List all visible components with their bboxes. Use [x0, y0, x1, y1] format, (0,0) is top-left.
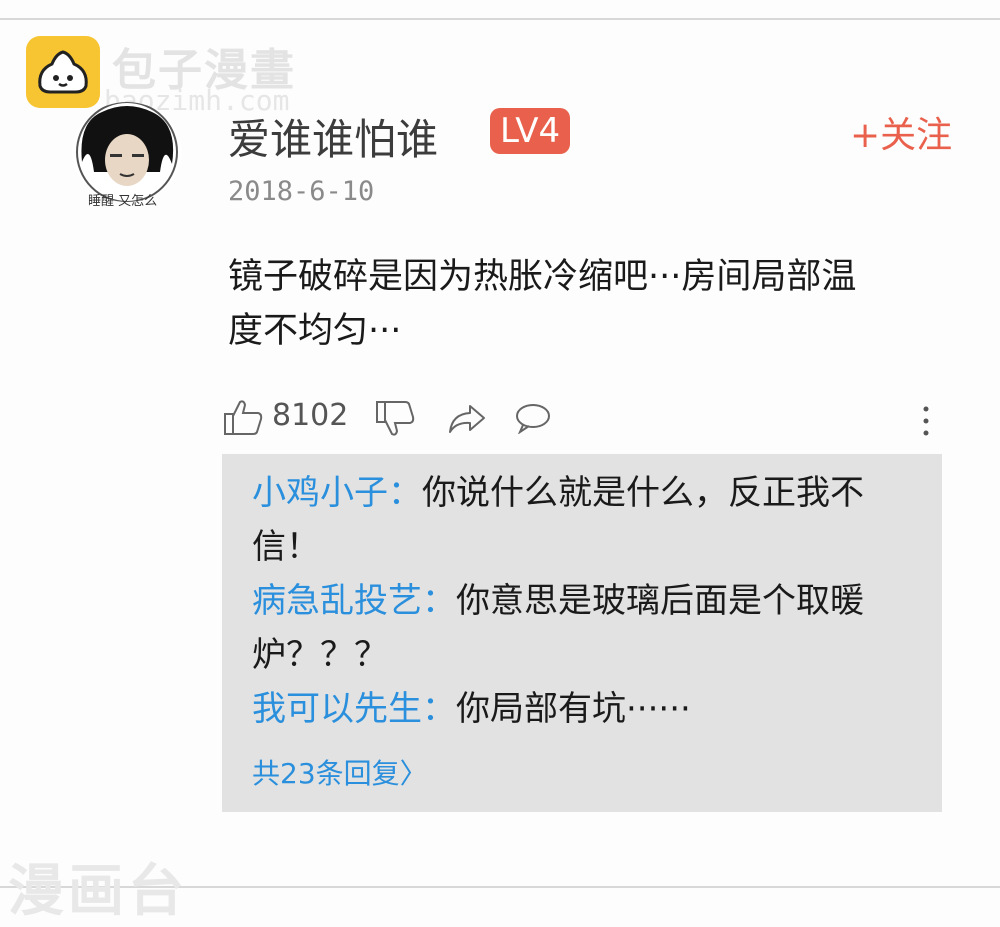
- avatar[interactable]: [72, 102, 182, 202]
- level-badge: LV4: [490, 108, 571, 154]
- comment-date: 2018-6-10: [228, 176, 375, 207]
- reply-item[interactable]: 病急乱投艺：你意思是玻璃后面是个取暖炉？？？: [252, 574, 912, 682]
- reply-text: 你局部有坑······: [456, 689, 691, 729]
- username[interactable]: 爱谁谁怕谁: [228, 106, 438, 167]
- avatar-caption: 睡醒 又怎么: [88, 194, 158, 209]
- reply-icon[interactable]: [514, 402, 552, 434]
- dislike-icon[interactable]: [374, 400, 416, 438]
- watermark-bottom: 漫画台: [8, 859, 188, 924]
- avatar-icon: [76, 102, 178, 202]
- more-replies-link[interactable]: 共23条回复〉: [252, 752, 428, 792]
- reply-author[interactable]: 病急乱投艺：: [252, 581, 456, 621]
- more-icon[interactable]: [916, 404, 936, 438]
- share-icon[interactable]: [446, 402, 488, 436]
- reply-item[interactable]: 我可以先生：你局部有坑······: [252, 682, 912, 736]
- top-divider: [0, 18, 1000, 20]
- follow-button[interactable]: +关注: [850, 106, 952, 158]
- comment-text: 镜子破碎是因为热胀冷缩吧···房间局部温度不均匀···: [228, 257, 857, 351]
- reply-author[interactable]: 我可以先生：: [252, 689, 456, 729]
- like-count: 8102: [272, 398, 349, 433]
- baozi-logo-icon: [26, 36, 100, 108]
- replies-panel: 小鸡小子：你说什么就是什么，反正我不信！ 病急乱投艺：你意思是玻璃后面是个取暖炉…: [222, 454, 942, 812]
- reply-item[interactable]: 小鸡小子：你说什么就是什么，反正我不信！: [252, 466, 912, 574]
- reply-author[interactable]: 小鸡小子：: [252, 473, 422, 513]
- like-icon[interactable]: [222, 398, 264, 436]
